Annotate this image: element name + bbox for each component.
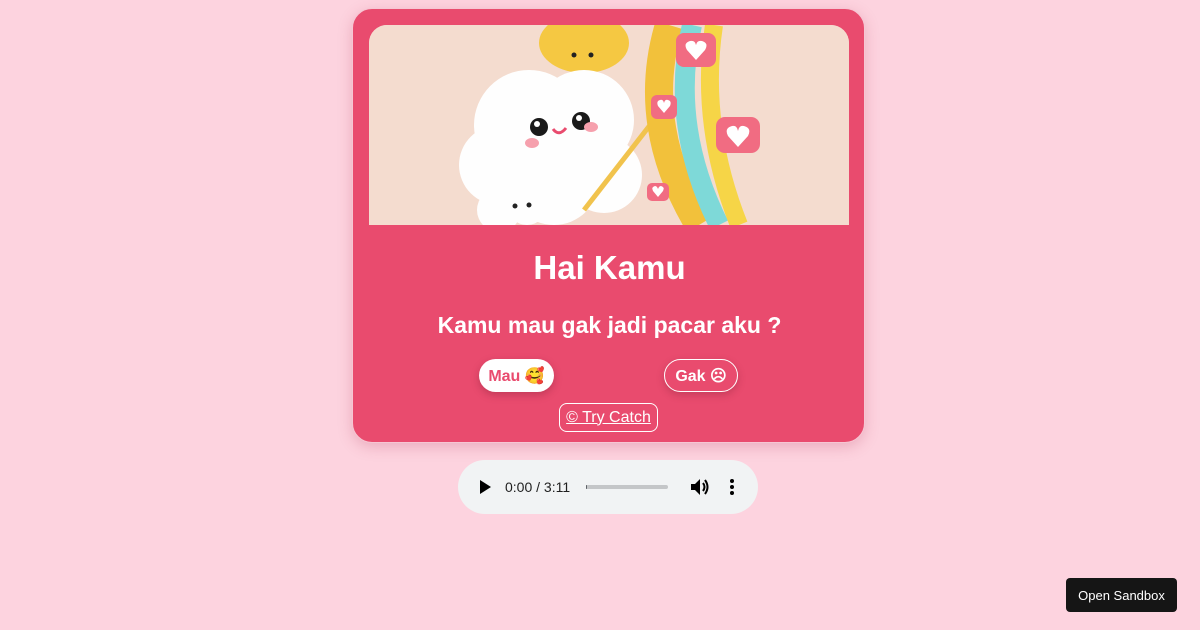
more-options-icon[interactable]: [724, 478, 740, 496]
card-title: Hai Kamu: [533, 249, 686, 286]
proposal-question: Kamu mau gak jadi pacar aku ?: [437, 312, 782, 338]
audio-time-display: 0:00 / 3:11: [505, 479, 571, 495]
open-sandbox-button[interactable]: Open Sandbox: [1066, 578, 1177, 612]
audio-progress-fill: [586, 485, 587, 489]
no-button[interactable]: Gak ☹: [664, 359, 738, 392]
proposal-card: Hai Kamu Kamu mau gak jadi pacar aku ? M…: [352, 8, 865, 443]
yes-button[interactable]: Mau 🥰: [479, 359, 554, 392]
credit-link[interactable]: © Try Catch: [559, 403, 658, 432]
hero-image: [369, 25, 849, 225]
audio-progress-bar[interactable]: [586, 485, 668, 489]
volume-icon[interactable]: [690, 478, 710, 496]
audio-player[interactable]: 0:00 / 3:11: [458, 460, 758, 514]
cute-cloud-illustration: [369, 25, 849, 225]
play-icon[interactable]: [478, 479, 492, 495]
